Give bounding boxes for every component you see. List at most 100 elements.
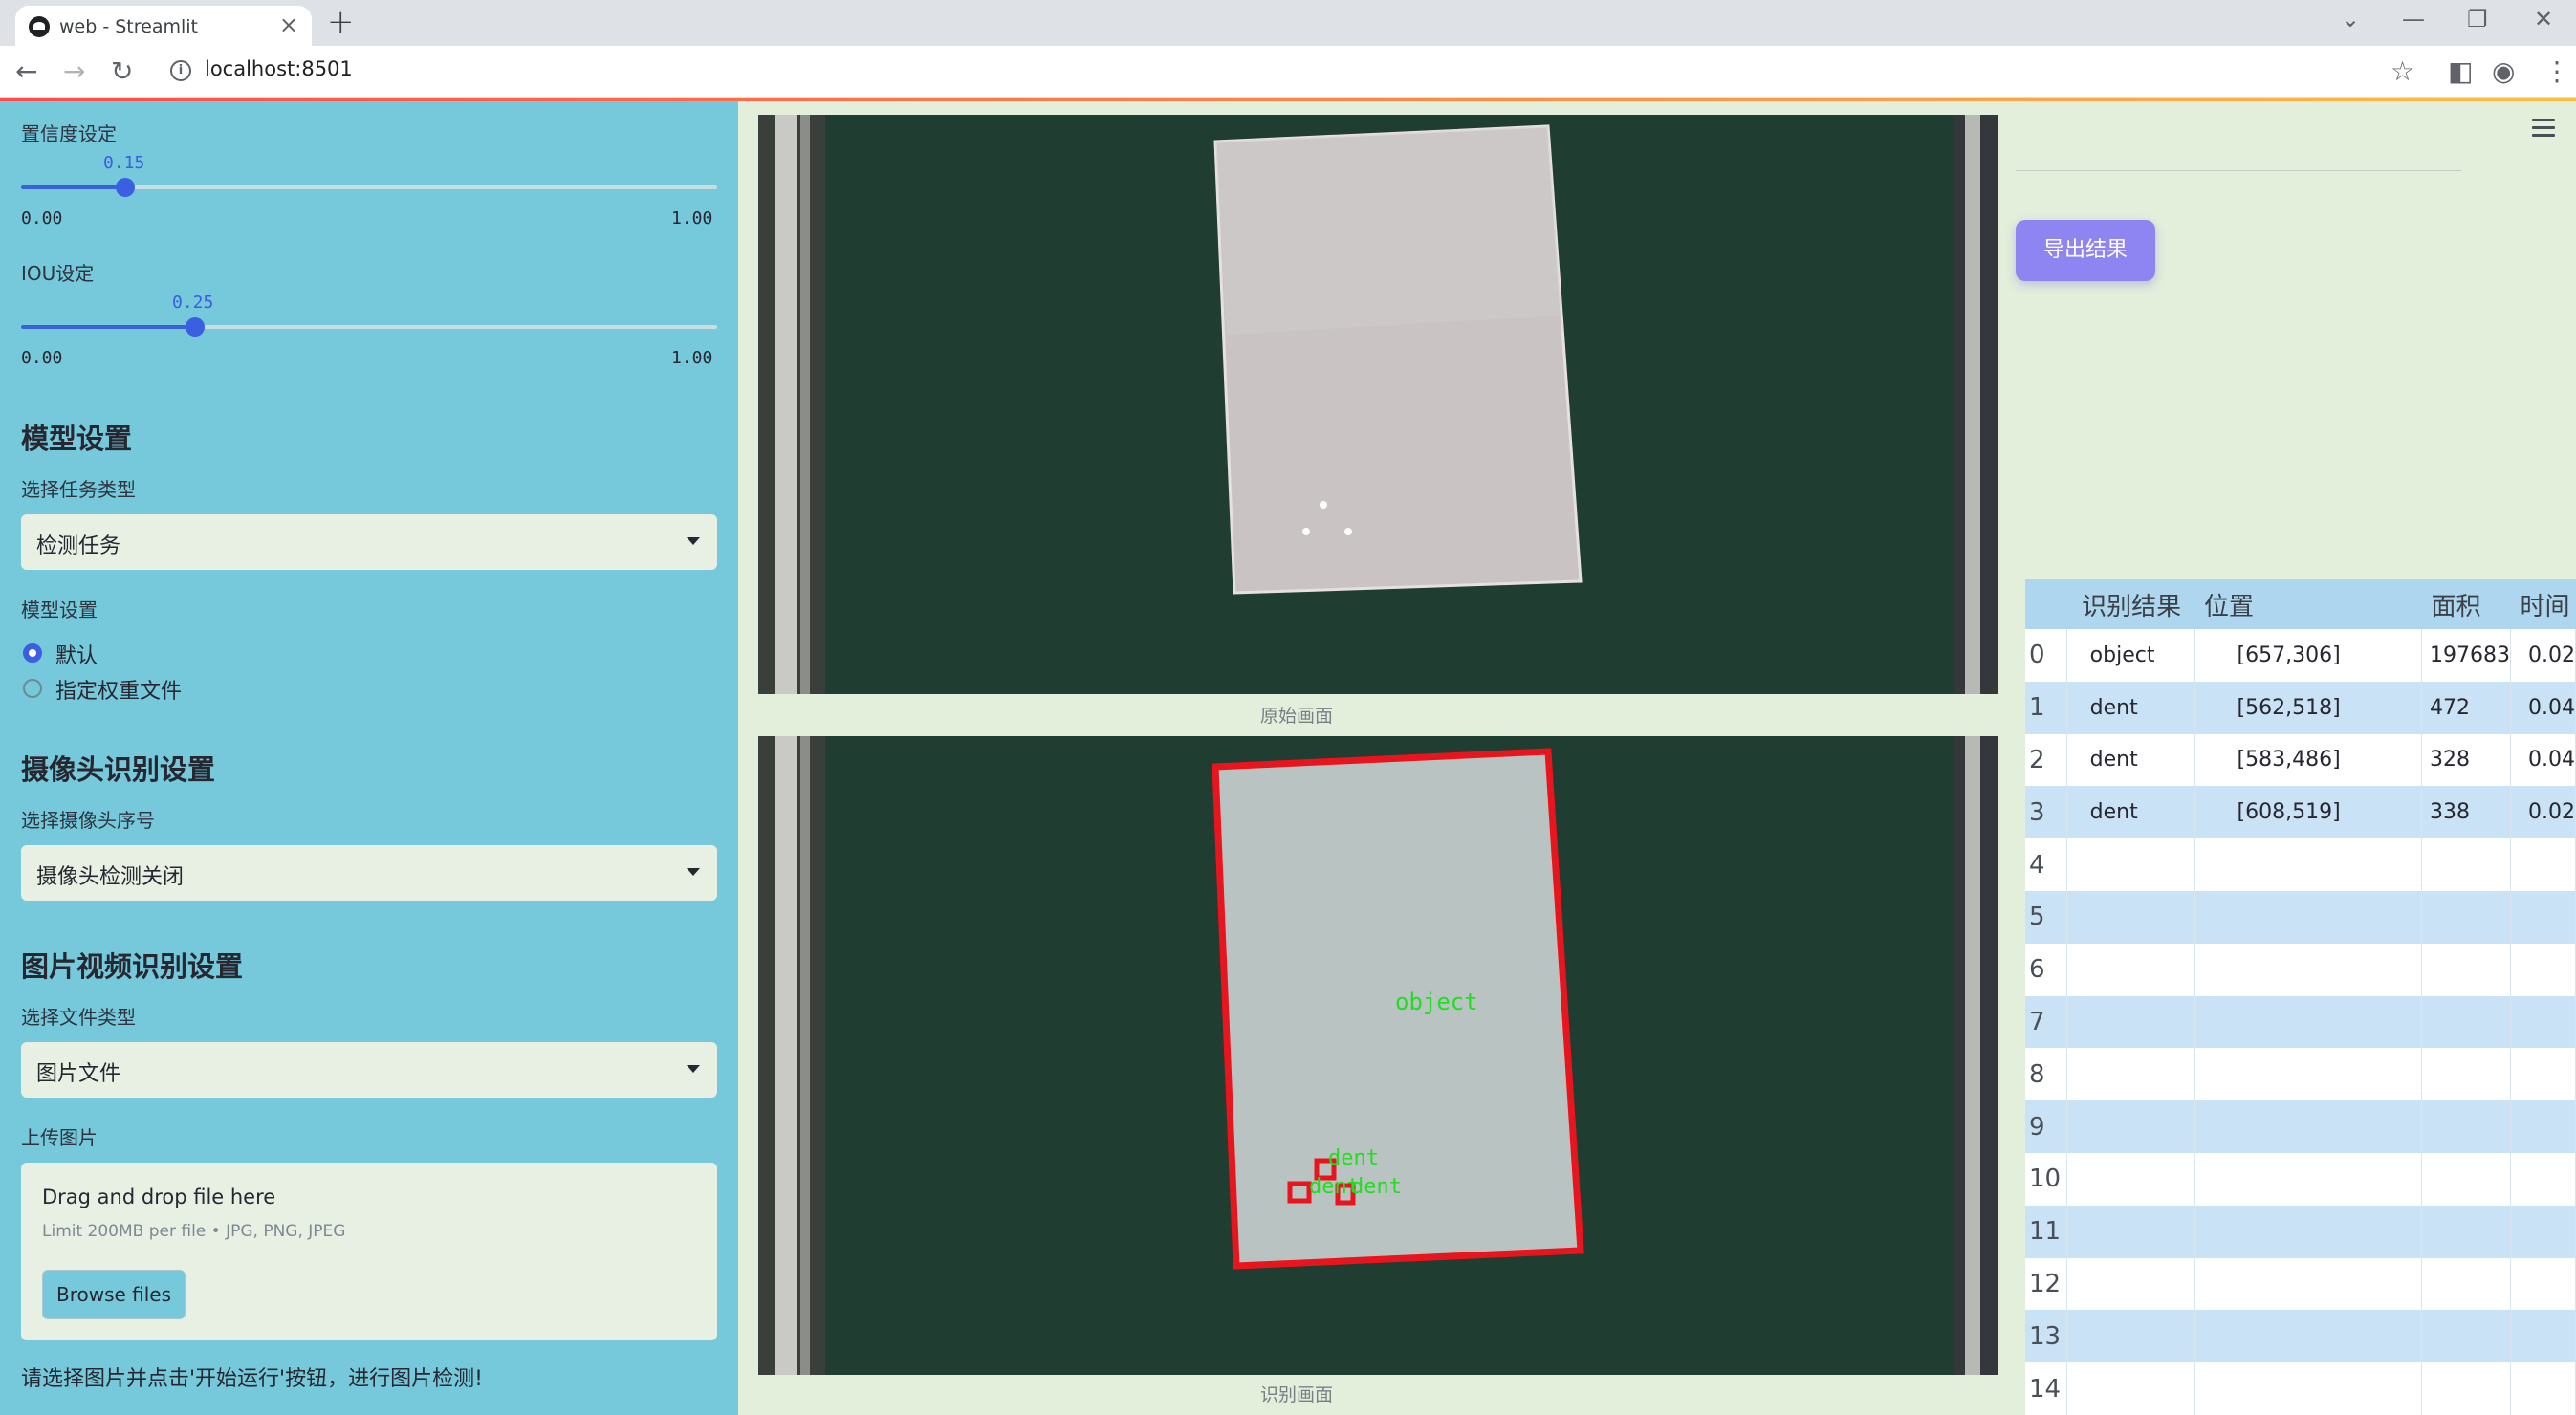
cell-position bbox=[2194, 838, 2422, 891]
dropzone-title: Drag and drop file here bbox=[42, 1186, 276, 1208]
cell-result bbox=[2066, 943, 2195, 996]
cell-result: object bbox=[2066, 629, 2195, 682]
table-row[interactable]: 6 bbox=[2025, 943, 2576, 996]
table-row[interactable]: 9 bbox=[2025, 1100, 2576, 1153]
table-row[interactable]: 8 bbox=[2025, 1048, 2576, 1101]
row-index: 4 bbox=[2025, 838, 2067, 891]
cell-area: 472 bbox=[2421, 681, 2511, 734]
browser-tab[interactable]: web - Streamlit × bbox=[15, 6, 312, 46]
tab-search-chevron-icon[interactable]: ⌄ bbox=[2341, 6, 2360, 33]
table-row[interactable]: 7 bbox=[2025, 995, 2576, 1049]
table-row[interactable]: 2 dent [583,486] 328 0.04 bbox=[2025, 733, 2576, 787]
cell-position: [657,306] bbox=[2194, 629, 2422, 682]
header-result[interactable]: 识别结果 bbox=[2066, 579, 2195, 629]
file-type-label: 选择文件类型 bbox=[21, 1006, 136, 1029]
cell-time bbox=[2510, 890, 2576, 944]
confidence-slider-thumb[interactable] bbox=[116, 178, 136, 197]
header-area[interactable]: 面积 bbox=[2421, 579, 2511, 629]
site-info-icon[interactable]: i bbox=[170, 60, 191, 81]
iou-slider-thumb[interactable] bbox=[186, 317, 205, 337]
file-dropzone[interactable]: Drag and drop file here Limit 200MB per … bbox=[21, 1163, 717, 1340]
confidence-slider[interactable] bbox=[21, 178, 717, 197]
camera-index-select[interactable]: 摄像头检测关闭 bbox=[21, 845, 717, 901]
export-results-button[interactable]: 导出结果 bbox=[2016, 220, 2155, 281]
cell-time bbox=[2510, 1310, 2576, 1363]
header-index bbox=[2025, 579, 2067, 629]
radio-custom-weights[interactable] bbox=[23, 679, 42, 698]
iou-value: 0.25 bbox=[172, 293, 214, 313]
cell-position bbox=[2194, 943, 2422, 996]
browse-files-button[interactable]: Browse files bbox=[42, 1270, 186, 1319]
row-index: 3 bbox=[2025, 786, 2067, 839]
table-row[interactable]: 13 bbox=[2025, 1310, 2576, 1363]
back-arrow-icon[interactable]: ← bbox=[15, 55, 37, 87]
cell-position bbox=[2194, 1100, 2422, 1153]
table-row[interactable]: 5 bbox=[2025, 890, 2576, 944]
chevron-down-icon bbox=[687, 537, 700, 545]
forward-arrow-icon[interactable]: → bbox=[63, 55, 85, 87]
header-position[interactable]: 位置 bbox=[2194, 579, 2422, 629]
chevron-down-icon bbox=[687, 1065, 700, 1073]
cell-position: [608,519] bbox=[2194, 786, 2422, 839]
table-row[interactable]: 0 object [657,306] 197683 0.02 bbox=[2025, 629, 2576, 682]
cell-position bbox=[2194, 1048, 2422, 1101]
side-panel-icon[interactable]: ◧ bbox=[2448, 55, 2473, 87]
table-row[interactable]: 4 bbox=[2025, 838, 2576, 891]
iou-slider[interactable] bbox=[21, 317, 717, 337]
table-row[interactable]: 3 dent [608,519] 338 0.02 bbox=[2025, 786, 2576, 839]
tab-title: web - Streamlit bbox=[59, 16, 198, 37]
table-row[interactable]: 1 dent [562,518] 472 0.04 bbox=[2025, 681, 2576, 734]
window-close-icon[interactable]: ✕ bbox=[2534, 6, 2553, 33]
camera-index-label: 选择摄像头序号 bbox=[21, 809, 155, 832]
bookmark-star-icon[interactable]: ☆ bbox=[2390, 55, 2414, 87]
cell-area: 328 bbox=[2421, 733, 2511, 787]
model-option-label: 模型设置 bbox=[21, 599, 98, 621]
cell-result bbox=[2066, 1048, 2195, 1101]
cell-time bbox=[2510, 1048, 2576, 1101]
header-time[interactable]: 时间 bbox=[2510, 579, 2576, 629]
cell-time bbox=[2510, 1152, 2576, 1206]
cell-time bbox=[2510, 838, 2576, 891]
table-row[interactable]: 14 bbox=[2025, 1362, 2576, 1415]
table-row[interactable]: 10 bbox=[2025, 1152, 2576, 1206]
cell-result bbox=[2066, 1362, 2195, 1415]
cell-position bbox=[2194, 995, 2422, 1049]
cell-result bbox=[2066, 1310, 2195, 1363]
new-tab-icon[interactable]: + bbox=[327, 3, 355, 41]
table-row[interactable]: 12 bbox=[2025, 1257, 2576, 1311]
iou-slider-fill bbox=[21, 325, 195, 329]
restore-icon[interactable]: ❐ bbox=[2467, 6, 2488, 33]
row-index: 12 bbox=[2025, 1257, 2067, 1311]
file-type-select[interactable]: 图片文件 bbox=[21, 1042, 717, 1098]
cell-area bbox=[2421, 1100, 2511, 1153]
file-type-value: 图片文件 bbox=[36, 1062, 121, 1086]
reload-icon[interactable]: ↻ bbox=[111, 55, 133, 87]
task-type-select[interactable]: 检测任务 bbox=[21, 514, 717, 570]
row-index: 11 bbox=[2025, 1205, 2067, 1258]
cell-area bbox=[2421, 1152, 2511, 1206]
streamlit-menu-icon[interactable] bbox=[2532, 119, 2555, 142]
cell-area bbox=[2421, 995, 2511, 1049]
radio-default-label[interactable]: 默认 bbox=[55, 639, 98, 669]
tab-close-icon[interactable]: × bbox=[279, 11, 298, 38]
radio-custom-weights-label[interactable]: 指定权重文件 bbox=[55, 674, 182, 705]
row-index: 10 bbox=[2025, 1152, 2067, 1206]
browser-menu-icon[interactable]: ⋮ bbox=[2543, 55, 2570, 87]
cell-result bbox=[2066, 1100, 2195, 1153]
radio-default[interactable] bbox=[23, 643, 42, 663]
cell-time bbox=[2510, 1205, 2576, 1258]
cell-time bbox=[2510, 943, 2576, 996]
cell-result bbox=[2066, 890, 2195, 944]
cell-time: 0.04 bbox=[2510, 681, 2576, 734]
iou-min: 0.00 bbox=[21, 348, 63, 368]
cell-time: 0.02 bbox=[2510, 629, 2576, 682]
row-index: 7 bbox=[2025, 995, 2067, 1049]
address-bar[interactable]: localhost:8501 bbox=[205, 57, 353, 80]
cell-result bbox=[2066, 995, 2195, 1049]
table-row[interactable]: 11 bbox=[2025, 1205, 2576, 1258]
row-index: 1 bbox=[2025, 681, 2067, 734]
cell-position bbox=[2194, 890, 2422, 944]
profile-avatar-icon[interactable]: ◉ bbox=[2492, 55, 2515, 87]
detected-frame-caption: 识别画面 bbox=[1260, 1384, 1334, 1405]
minimize-icon[interactable]: — bbox=[2402, 6, 2425, 33]
